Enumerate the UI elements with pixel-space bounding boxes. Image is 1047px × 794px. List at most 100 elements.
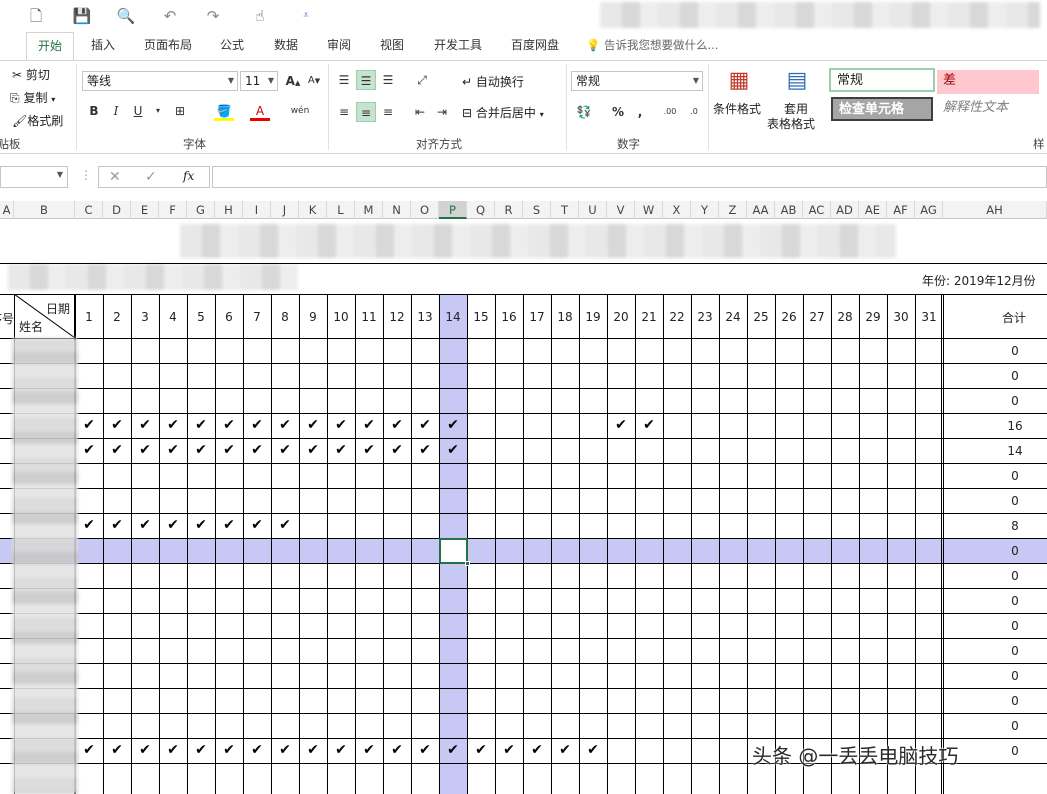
comma-icon[interactable]: , bbox=[630, 102, 650, 122]
column-header-q[interactable]: Q bbox=[467, 201, 495, 219]
style-normal[interactable]: 常规 bbox=[829, 68, 935, 92]
border-icon[interactable]: ⊞ bbox=[170, 101, 190, 121]
check-mark[interactable]: ✔ bbox=[327, 442, 355, 458]
check-mark[interactable]: ✔ bbox=[215, 442, 243, 458]
check-mark[interactable]: ✔ bbox=[215, 742, 243, 758]
check-mark[interactable]: ✔ bbox=[159, 517, 187, 533]
merge-center-button[interactable]: ⊟ 合并后居中 ▾ bbox=[462, 104, 544, 121]
check-mark[interactable]: ✔ bbox=[243, 517, 271, 533]
row-total[interactable]: 0 bbox=[985, 669, 1045, 683]
align-middle-icon[interactable]: ☰ bbox=[356, 70, 376, 90]
check-mark[interactable]: ✔ bbox=[355, 442, 383, 458]
column-header-z[interactable]: Z bbox=[719, 201, 747, 219]
wrap-text-button[interactable]: ↵ 自动换行 bbox=[462, 73, 524, 90]
column-header-ad[interactable]: AD bbox=[831, 201, 859, 219]
fill-color-icon[interactable]: 🪣 bbox=[214, 101, 234, 121]
column-header-ae[interactable]: AE bbox=[859, 201, 887, 219]
name-box[interactable]: ▼ bbox=[0, 166, 68, 188]
tab-developer[interactable]: 开发工具 bbox=[426, 32, 490, 60]
row-total[interactable]: 0 bbox=[985, 569, 1045, 583]
column-header-aa[interactable]: AA bbox=[747, 201, 775, 219]
check-mark[interactable]: ✔ bbox=[75, 417, 103, 433]
check-mark[interactable]: ✔ bbox=[187, 442, 215, 458]
check-mark[interactable]: ✔ bbox=[439, 442, 467, 458]
check-mark[interactable]: ✔ bbox=[187, 417, 215, 433]
conditional-format-button[interactable]: 条件格式 bbox=[713, 100, 761, 117]
check-mark[interactable]: ✔ bbox=[327, 417, 355, 433]
column-header-p[interactable]: P bbox=[439, 201, 467, 219]
save-icon[interactable]: 💾 bbox=[72, 6, 92, 26]
check-mark[interactable]: ✔ bbox=[103, 442, 131, 458]
row-total[interactable]: 0 bbox=[985, 344, 1045, 358]
check-mark[interactable]: ✔ bbox=[495, 742, 523, 758]
check-mark[interactable]: ✔ bbox=[131, 442, 159, 458]
check-mark[interactable]: ✔ bbox=[159, 742, 187, 758]
row-total[interactable]: 0 bbox=[985, 544, 1045, 558]
new-file-icon[interactable]: 🗋 bbox=[26, 6, 46, 26]
column-header-m[interactable]: M bbox=[355, 201, 383, 219]
column-header-ah[interactable]: AH bbox=[943, 201, 1047, 219]
enter-icon[interactable]: ✓ bbox=[145, 169, 157, 185]
column-header-r[interactable]: R bbox=[495, 201, 523, 219]
check-mark[interactable]: ✔ bbox=[579, 742, 607, 758]
row-total[interactable]: 0 bbox=[985, 369, 1045, 383]
decrease-decimal-icon[interactable]: .0 bbox=[684, 102, 704, 122]
style-bad[interactable]: 差 bbox=[937, 70, 1039, 94]
check-mark[interactable]: ✔ bbox=[103, 517, 131, 533]
check-mark[interactable]: ✔ bbox=[159, 417, 187, 433]
check-mark[interactable]: ✔ bbox=[75, 742, 103, 758]
check-mark[interactable]: ✔ bbox=[215, 517, 243, 533]
italic-button[interactable]: I bbox=[106, 101, 126, 121]
check-mark[interactable]: ✔ bbox=[383, 742, 411, 758]
orientation-icon[interactable]: ⤢ bbox=[412, 70, 432, 90]
check-mark[interactable]: ✔ bbox=[271, 442, 299, 458]
align-center-icon[interactable]: ≡ bbox=[356, 102, 376, 122]
tab-insert[interactable]: 插入 bbox=[84, 32, 122, 60]
check-mark[interactable]: ✔ bbox=[243, 742, 271, 758]
row-total[interactable]: 0 bbox=[985, 594, 1045, 608]
column-header-v[interactable]: V bbox=[607, 201, 635, 219]
format-painter-button[interactable]: 🖌格式刷 bbox=[12, 112, 63, 129]
tell-me-box[interactable]: 💡 告诉我您想要做什么... bbox=[586, 32, 746, 60]
check-mark[interactable]: ✔ bbox=[271, 517, 299, 533]
percent-icon[interactable]: % bbox=[608, 102, 628, 122]
check-mark[interactable]: ✔ bbox=[523, 742, 551, 758]
column-header-w[interactable]: W bbox=[635, 201, 663, 219]
row-total[interactable]: 0 bbox=[985, 744, 1045, 758]
undo-icon[interactable]: ↶ bbox=[160, 6, 180, 26]
fill-handle[interactable] bbox=[465, 561, 470, 566]
check-mark[interactable]: ✔ bbox=[635, 417, 663, 433]
number-format-combo[interactable]: 常规 ▼ bbox=[571, 71, 703, 91]
formula-input[interactable] bbox=[212, 166, 1047, 188]
check-mark[interactable]: ✔ bbox=[551, 742, 579, 758]
row-total[interactable]: 14 bbox=[985, 444, 1045, 458]
increase-indent-icon[interactable]: ⇥ bbox=[432, 102, 452, 122]
check-mark[interactable]: ✔ bbox=[467, 742, 495, 758]
bold-button[interactable]: B bbox=[84, 101, 104, 121]
check-mark[interactable]: ✔ bbox=[327, 742, 355, 758]
align-left-icon[interactable]: ≡ bbox=[334, 102, 354, 122]
table-format-icon[interactable]: ▤ bbox=[782, 66, 812, 96]
conditional-format-icon[interactable]: ▦ bbox=[724, 66, 754, 96]
check-mark[interactable]: ✔ bbox=[187, 517, 215, 533]
column-header-u[interactable]: U bbox=[579, 201, 607, 219]
column-header-af[interactable]: AF bbox=[887, 201, 915, 219]
column-header-i[interactable]: I bbox=[243, 201, 271, 219]
touch-mode-icon[interactable]: ☝ bbox=[250, 6, 270, 26]
check-mark[interactable]: ✔ bbox=[103, 417, 131, 433]
column-header-o[interactable]: O bbox=[411, 201, 439, 219]
check-mark[interactable]: ✔ bbox=[439, 742, 467, 758]
tab-page-layout[interactable]: 页面布局 bbox=[136, 32, 200, 60]
font-size-combo[interactable]: 11 ▼ bbox=[240, 71, 278, 91]
column-header-t[interactable]: T bbox=[551, 201, 579, 219]
row-total[interactable]: 16 bbox=[985, 419, 1045, 433]
tab-home[interactable]: 开始 bbox=[26, 32, 74, 60]
tab-baidu-netdisk[interactable]: 百度网盘 bbox=[503, 32, 567, 60]
check-mark[interactable]: ✔ bbox=[159, 442, 187, 458]
column-header-a[interactable]: A bbox=[0, 201, 14, 219]
check-mark[interactable]: ✔ bbox=[299, 417, 327, 433]
column-header-c[interactable]: C bbox=[75, 201, 103, 219]
font-color-icon[interactable]: A bbox=[250, 101, 270, 121]
tab-review[interactable]: 审阅 bbox=[319, 32, 359, 60]
check-mark[interactable]: ✔ bbox=[383, 417, 411, 433]
